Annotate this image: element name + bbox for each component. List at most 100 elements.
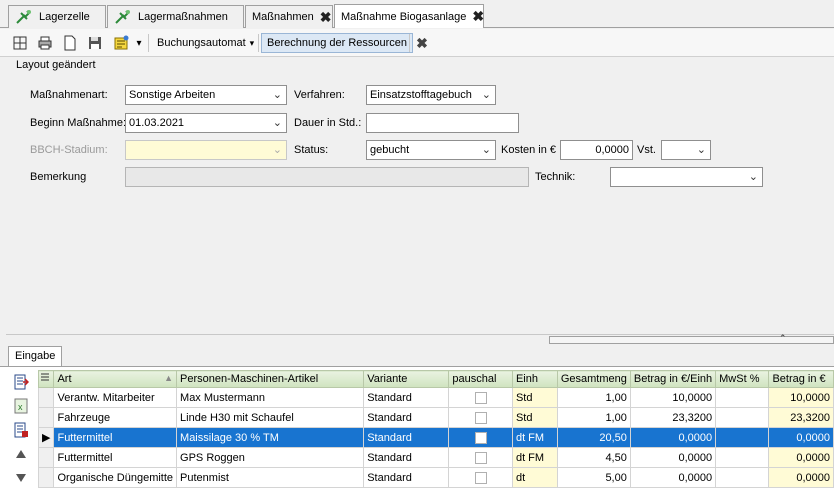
cell-variante[interactable]: Standard (363, 467, 450, 488)
cell-betrag-einh[interactable]: 0,0000 (629, 467, 717, 488)
cell-betrag[interactable]: 0,0000 (768, 427, 834, 448)
cell-einh[interactable]: dt FM (511, 427, 558, 448)
print-icon[interactable] (35, 33, 55, 53)
close-icon[interactable]: ✖ (472, 8, 484, 25)
cell-mwst[interactable] (715, 467, 770, 488)
cell-betrag-einh[interactable]: 0,0000 (629, 427, 717, 448)
tab-massnahmen[interactable]: Maßnahmen ✖ (245, 5, 333, 28)
cell-variante[interactable]: Standard (363, 447, 450, 468)
cell-betrag-einh[interactable]: 10,0000 (629, 387, 717, 408)
dauer-input[interactable] (366, 113, 519, 133)
cell-mwst[interactable] (715, 427, 770, 448)
massnahmenart-select[interactable]: Sonstige Arbeiten ⌄ (125, 85, 287, 105)
excel-icon[interactable]: x (10, 396, 32, 416)
cell-mwst[interactable] (715, 447, 770, 468)
save-icon[interactable] (85, 33, 105, 53)
bemerkung-input[interactable] (125, 167, 529, 187)
pauschal-checkbox[interactable] (474, 451, 487, 464)
tab-lagerzelle[interactable]: Lagerzelle (8, 5, 106, 28)
buchungsautomat-button[interactable]: Buchungsautomat ▾ (151, 33, 260, 53)
status-select[interactable]: gebucht ⌄ (366, 140, 496, 160)
new-document-icon[interactable] (60, 33, 80, 53)
cell-menge[interactable]: 20,50 (556, 427, 631, 448)
table-row[interactable]: Verantw. Mitarbeiter Max Mustermann Stan… (37, 387, 834, 408)
table-row[interactable]: Futtermittel GPS Roggen Standard dt FM 4… (37, 447, 834, 468)
tab-eingabe[interactable]: Eingabe (8, 346, 63, 366)
cell-betrag[interactable]: 23,3200 (768, 407, 834, 428)
col-header-pauschal[interactable]: pauschal (448, 370, 513, 388)
cell-mwst[interactable] (715, 387, 770, 408)
cell-menge[interactable]: 4,50 (556, 447, 631, 468)
cell-betrag[interactable]: 0,0000 (768, 467, 834, 488)
tab-massnahme-biogasanlage[interactable]: Maßnahme Biogasanlage ✖ (334, 4, 484, 28)
cell-betrag[interactable]: 0,0000 (768, 447, 834, 468)
col-header-betrag-einh[interactable]: Betrag in €/Einh (629, 370, 717, 388)
technik-select[interactable]: ⌄ (610, 167, 763, 187)
cell-art[interactable]: Fahrzeuge (53, 407, 178, 428)
row-pointer-icon[interactable]: ▶ (37, 427, 55, 448)
cell-artikel[interactable]: Putenmist (176, 467, 365, 488)
move-icon[interactable] (10, 33, 30, 53)
cell-pauschal[interactable] (448, 467, 513, 488)
cell-einh[interactable]: Std (511, 387, 558, 408)
col-header-einh[interactable]: Einh (511, 370, 558, 388)
col-header-mwst[interactable]: MwSt % (715, 370, 770, 388)
col-header-gesamtmenge[interactable]: Gesamtmeng (556, 370, 631, 388)
cell-betrag[interactable]: 10,0000 (768, 387, 834, 408)
pauschal-checkbox[interactable] (474, 411, 487, 424)
col-header-variante[interactable]: Variante (363, 370, 450, 388)
close-icon[interactable]: ✖ (320, 9, 332, 26)
tab-lagermassnahmen[interactable]: Lagermaßnahmen (107, 5, 244, 28)
move-up-icon[interactable] (10, 444, 32, 464)
cell-artikel[interactable]: Maissilage 30 % TM (176, 427, 365, 448)
chevron-down-icon[interactable]: ▾ (133, 33, 145, 53)
table-row[interactable]: Fahrzeuge Linde H30 mit Schaufel Standar… (37, 407, 834, 428)
pauschal-checkbox[interactable] (474, 431, 487, 444)
cell-art[interactable]: Futtermittel (53, 447, 178, 468)
verfahren-select[interactable]: Einsatzstofftagebuch ⌄ (366, 85, 496, 105)
panel-splitter[interactable]: ⌃ (549, 333, 834, 344)
cell-artikel[interactable]: Linde H30 mit Schaufel (176, 407, 365, 428)
row-indicator[interactable] (37, 467, 55, 488)
cell-pauschal[interactable] (448, 447, 513, 468)
cell-pauschal[interactable] (448, 407, 513, 428)
cell-menge[interactable]: 1,00 (556, 407, 631, 428)
cell-variante[interactable]: Standard (363, 427, 450, 448)
col-header-art[interactable]: Art ▲ (53, 370, 178, 388)
cell-einh[interactable]: dt (511, 467, 558, 488)
cell-art[interactable]: Futtermittel (53, 427, 178, 448)
cell-artikel[interactable]: Max Mustermann (176, 387, 365, 408)
cell-menge[interactable]: 1,00 (556, 387, 631, 408)
close-icon[interactable]: ✖ (414, 33, 430, 53)
pauschal-checkbox[interactable] (474, 471, 487, 484)
cell-betrag-einh[interactable]: 23,3200 (629, 407, 717, 428)
bbch-select[interactable]: ⌄ (125, 140, 287, 160)
cell-art[interactable]: Organische Düngemitte (53, 467, 178, 488)
pauschal-checkbox[interactable] (474, 391, 487, 404)
cell-artikel[interactable]: GPS Roggen (176, 447, 365, 468)
col-header-artikel[interactable]: Personen-Maschinen-Artikel (176, 370, 365, 388)
col-header-betrag[interactable]: Betrag in € (768, 370, 834, 388)
row-indicator[interactable] (37, 387, 55, 408)
add-row-icon[interactable] (10, 372, 32, 392)
cell-variante[interactable]: Standard (363, 387, 450, 408)
table-row[interactable]: Organische Düngemitte Putenmist Standard… (37, 467, 834, 488)
cell-menge[interactable]: 5,00 (556, 467, 631, 488)
cell-art[interactable]: Verantw. Mitarbeiter (53, 387, 178, 408)
notes-icon[interactable] (110, 33, 132, 53)
cell-mwst[interactable] (715, 407, 770, 428)
move-down-icon[interactable] (10, 468, 32, 488)
row-indicator[interactable] (37, 407, 55, 428)
row-indicator[interactable] (37, 447, 55, 468)
delete-row-icon[interactable] (10, 420, 32, 440)
cell-einh[interactable]: Std (511, 407, 558, 428)
table-row-selected[interactable]: ▶ Futtermittel Maissilage 30 % TM Standa… (37, 427, 834, 448)
beginn-date-field[interactable]: 01.03.2021 ⌄ (125, 113, 287, 133)
berechnung-ressourcen-button[interactable]: Berechnung der Ressourcen (261, 33, 414, 53)
cell-pauschal[interactable] (448, 387, 513, 408)
kosten-input[interactable]: 0,0000 (560, 140, 633, 160)
cell-pauschal[interactable] (448, 427, 513, 448)
column-chooser-icon[interactable] (37, 370, 55, 388)
cell-einh[interactable]: dt FM (511, 447, 558, 468)
cell-variante[interactable]: Standard (363, 407, 450, 428)
